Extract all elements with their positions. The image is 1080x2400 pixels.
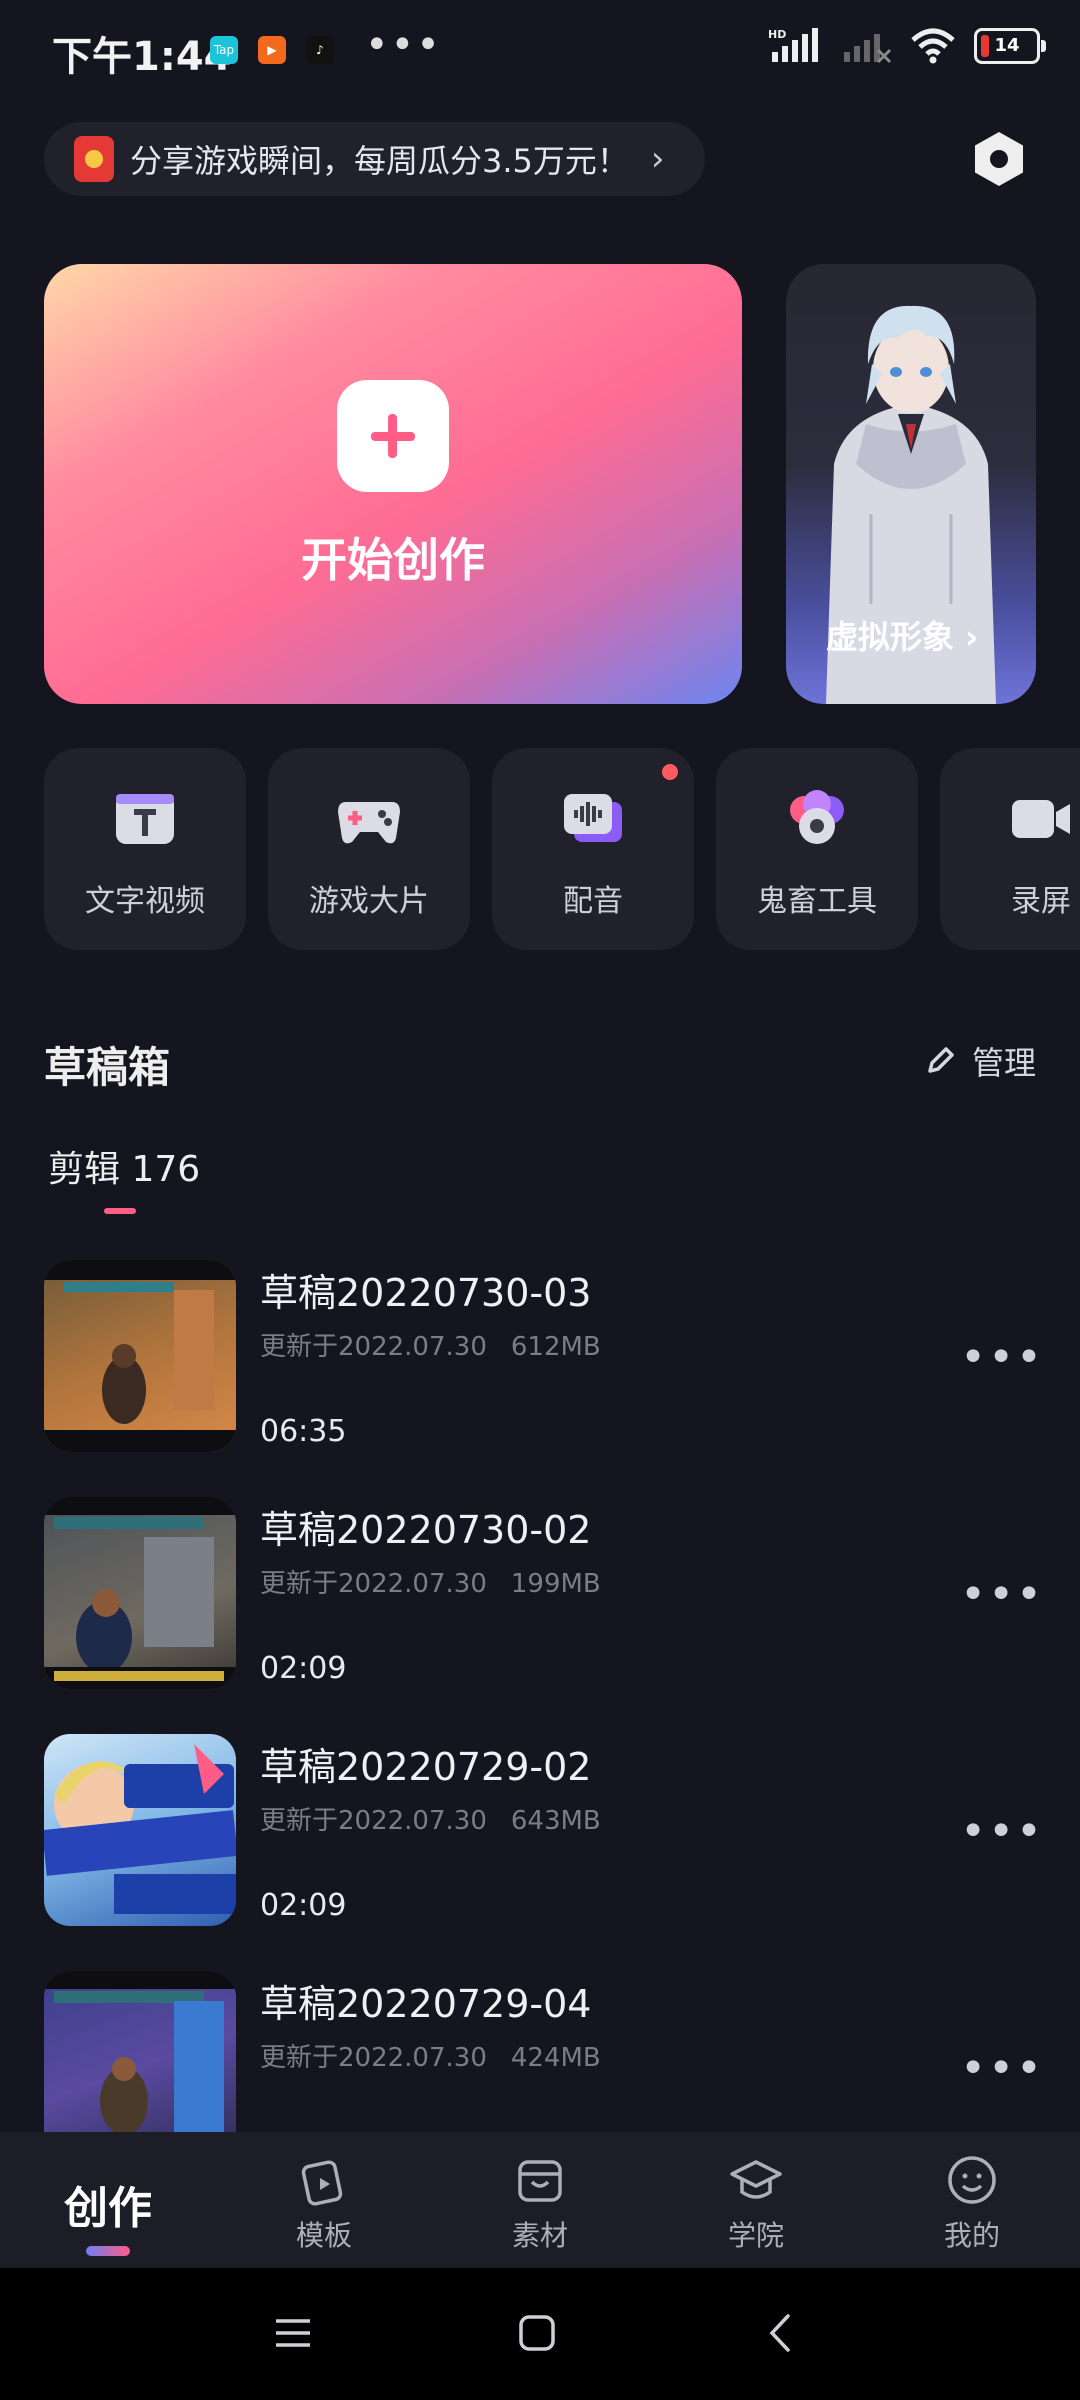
signal-weak-icon [844,34,892,64]
promo-text: 分享游戏瞬间，每周瓜分3.5万元！ [130,142,629,180]
manage-label: 管理 [971,1044,1036,1082]
draft-duration: 02:09 [260,1651,347,1686]
screen-record-icon [1012,800,1070,838]
tool-label: 配音 [563,884,623,919]
start-creating-label: 开始创作 [301,533,485,587]
draft-title: 草稿20220730-02 [260,1508,592,1552]
system-navigation-bar [0,2268,1080,2400]
game-scene-illustration [44,1497,236,1689]
status-time: 下午1:44 [52,34,232,80]
draft-meta: 更新于2022.07.30 612MB [260,1332,601,1362]
template-icon [301,2160,343,2206]
nav-label: 创作 [64,2183,152,2234]
manage-button[interactable]: 管理 [922,1038,1036,1084]
game-scene-illustration [44,1260,236,1452]
tool-label: 录屏 [1011,884,1071,919]
drafts-title: 草稿箱 [44,1043,171,1092]
material-store-icon [518,2160,562,2202]
voice-over-icon [564,794,622,842]
draft-title: 草稿20220729-02 [260,1745,592,1789]
draft-thumbnail [44,1497,236,1689]
nav-label: 模板 [295,2219,352,2252]
tool-label: 游戏大片 [309,884,429,919]
draft-title: 草稿20220730-03 [260,1271,592,1315]
virtual-avatar-card[interactable]: 虚拟形象 › [786,264,1036,704]
nav-create[interactable]: 创作 [0,2132,216,2268]
draft-meta: 更新于2022.07.30 424MB [260,2043,601,2073]
pencil-icon [928,1047,954,1073]
tool-text-video[interactable]: 文字视频 [44,748,246,950]
chevron-right-icon: › [650,139,665,179]
tool-label: 文字视频 [85,884,205,919]
nav-templates[interactable]: 模板 [216,2132,432,2268]
promo-banner[interactable]: 分享游戏瞬间，每周瓜分3.5万元！ › [44,122,705,196]
more-notifications-icon: ••• [365,22,442,68]
tool-game-video[interactable]: 游戏大片 [268,748,470,950]
quick-tools-row: 文字视频 游戏大片 配音 鬼畜工具 录屏 [44,748,1080,950]
draft-thumbnail [44,1260,236,1452]
more-options-icon[interactable]: ••• [960,2043,1044,2094]
draft-title: 草稿20220729-04 [260,1982,592,2026]
profile-smile-icon [948,2156,996,2204]
meme-tool-icon [790,790,844,844]
taptap-icon: Tap [210,36,238,64]
virtual-avatar-label: 虚拟形象 › [826,618,979,656]
tab-active-indicator [104,1208,136,1214]
tool-voice-over[interactable]: 配音 [492,748,694,950]
draft-item[interactable]: 草稿20220730-03 更新于2022.07.30 612MB 06:35 •… [44,1260,1044,1456]
tool-meme[interactable]: 鬼畜工具 [716,748,918,950]
draft-item[interactable]: 草稿20220730-02 更新于2022.07.30 199MB 02:09 •… [44,1497,1044,1693]
tiktok-icon: ♪ [306,36,334,64]
wifi-icon [911,28,955,64]
gamepad-icon [338,802,400,844]
draft-item[interactable]: 草稿20220729-02 更新于2022.07.30 643MB 02:09 •… [44,1734,1044,1930]
home-icon[interactable] [512,2308,562,2358]
plus-icon [337,380,449,492]
more-options-icon[interactable]: ••• [960,1806,1044,1857]
tool-label: 鬼畜工具 [757,884,877,919]
tool-screen-record[interactable]: 录屏 [940,748,1080,950]
status-bar: 下午1:44 Tap ▶ ♪ ••• HD 14 [0,0,1080,100]
draft-thumbnail [44,1734,236,1926]
draft-meta: 更新于2022.07.30 199MB [260,1569,601,1599]
battery-icon: 14 [974,28,1046,64]
draft-duration: 02:09 [260,1888,347,1923]
new-badge [662,764,678,780]
red-packet-icon [74,136,114,182]
settings-hexagon-icon[interactable] [970,130,1028,188]
more-options-icon[interactable]: ••• [960,1569,1044,1620]
menu-icon[interactable] [268,2308,318,2358]
start-creating-card[interactable]: 开始创作 [44,264,742,704]
back-icon[interactable] [756,2308,806,2358]
nav-academy[interactable]: 学院 [648,2132,864,2268]
nav-active-indicator [86,2246,130,2256]
nav-materials[interactable]: 素材 [432,2132,648,2268]
status-indicators: HD 14 [768,28,1046,64]
svg-text:HD: HD [768,28,786,41]
nav-label: 学院 [727,2219,784,2252]
bottom-navigation: 创作 模板 素材 学院 我的 [0,2132,1080,2268]
academy-icon [730,2160,782,2199]
cover-art-illustration [44,1744,236,1914]
more-options-icon[interactable]: ••• [960,1332,1044,1383]
draft-duration: 06:35 [260,1414,347,1449]
nav-label: 我的 [943,2219,1000,2252]
nav-label: 素材 [511,2219,568,2252]
tab-edit-drafts[interactable]: 剪辑 176 [48,1140,200,1192]
nav-profile[interactable]: 我的 [864,2132,1080,2268]
camera-app-icon: ▶ [258,36,286,64]
text-video-icon [116,794,174,844]
draft-meta: 更新于2022.07.30 643MB [260,1806,601,1836]
signal-hd-icon: HD [768,28,818,62]
